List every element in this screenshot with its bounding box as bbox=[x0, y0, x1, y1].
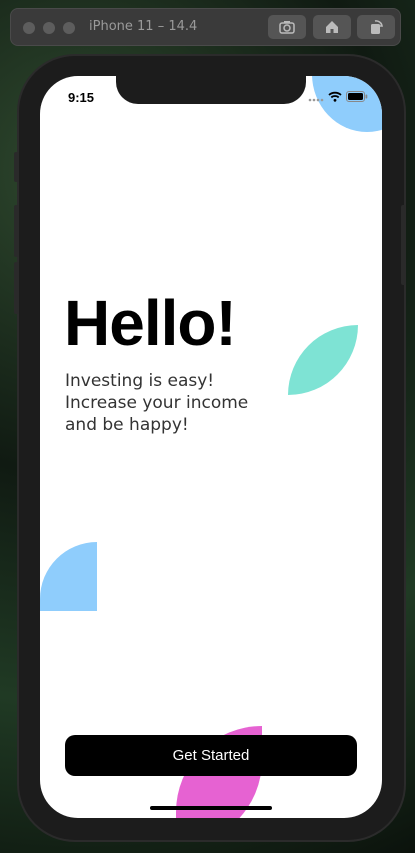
power-button bbox=[401, 205, 406, 285]
rotate-icon bbox=[371, 20, 384, 34]
wifi-icon bbox=[328, 91, 342, 102]
volume-up-button bbox=[14, 205, 19, 257]
screenshot-icon bbox=[279, 21, 295, 34]
tagline-line: and be happy! bbox=[65, 415, 189, 435]
window-minimize-button[interactable] bbox=[43, 22, 55, 34]
decorative-teal-leaf bbox=[288, 325, 358, 395]
notch bbox=[116, 76, 306, 104]
app-screen: 9:15 Hello! Investing is easy! Increase … bbox=[40, 76, 382, 818]
status-icons bbox=[308, 91, 368, 102]
page-title: Hello! bbox=[64, 287, 237, 359]
status-time: 9:15 bbox=[68, 90, 95, 105]
decorative-blue-circle bbox=[312, 76, 382, 132]
simulator-title-bar: iPhone 11 – 14.4 bbox=[10, 8, 401, 46]
tagline-line: Increase your income bbox=[65, 393, 249, 413]
home-button[interactable] bbox=[313, 15, 351, 39]
window-zoom-button[interactable] bbox=[63, 22, 75, 34]
get-started-button[interactable]: Get Started bbox=[65, 735, 357, 776]
home-indicator[interactable] bbox=[150, 806, 272, 810]
window-title: iPhone 11 – 14.4 bbox=[89, 19, 198, 34]
rotate-button[interactable] bbox=[357, 15, 395, 39]
battery-icon bbox=[346, 91, 368, 102]
home-icon bbox=[326, 21, 338, 33]
signal-icon bbox=[308, 98, 324, 101]
volume-down-button bbox=[14, 262, 19, 314]
mute-switch bbox=[14, 152, 19, 182]
window-close-button[interactable] bbox=[23, 22, 35, 34]
tagline-line: Investing is easy! bbox=[65, 371, 215, 391]
tagline: Investing is easy! Increase your income … bbox=[65, 370, 248, 436]
screenshot-button[interactable] bbox=[268, 15, 306, 39]
decorative-blue-quarter bbox=[40, 542, 97, 611]
